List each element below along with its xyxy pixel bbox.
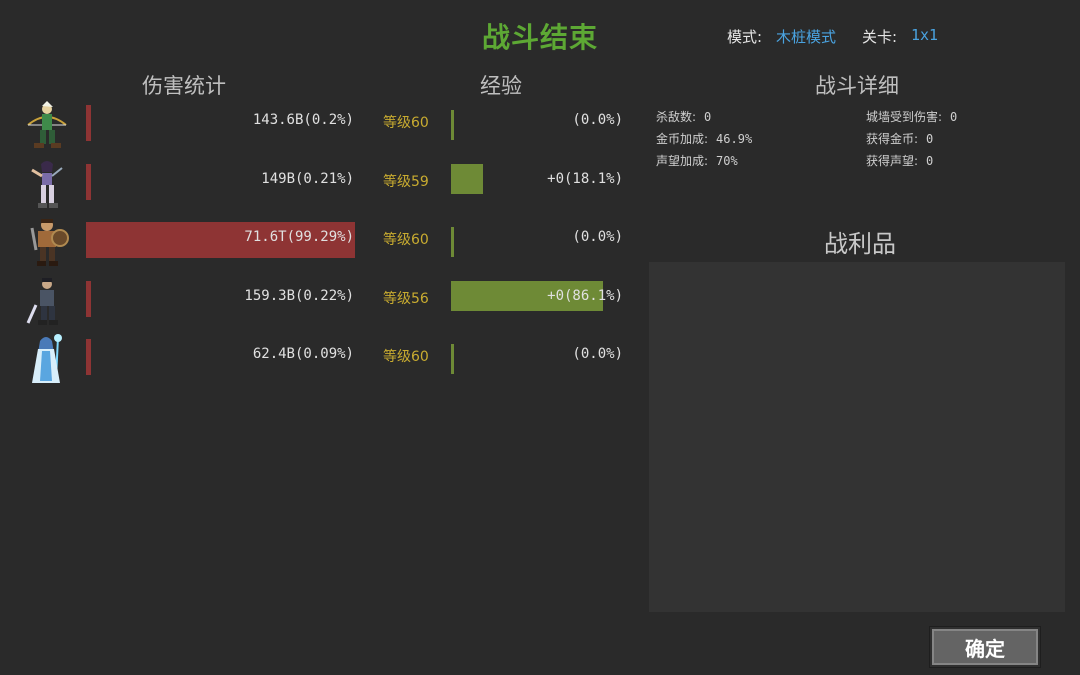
damage-value: 143.6B(0.2%) [252,112,354,128]
battle-end-title: 战斗结束 [481,21,598,54]
female-warrior-icon [22,158,72,212]
gold-gain-stat: 获得金币: 0 [866,132,934,146]
hero-level: 等级56 [383,290,429,307]
reputation-gain-stat: 获得声望: 0 [866,154,934,168]
hero-level: 等级59 [383,173,429,190]
kills-stat: 杀敌数: 0 [656,110,712,124]
hero-row: 143.6B(0.2%) 等级60 (0.0%) [0,97,640,155]
hero-row: 159.3B(0.22%) 等级56 +0(86.1%) [0,273,640,331]
hero-level: 等级60 [383,349,429,365]
damage-value: 71.6T(99.29%) [244,229,354,245]
gold-bonus-stat: 金币加成: 46.9% [656,132,753,146]
damage-stats-heading: 伤害统计 [142,74,226,98]
mode-label: 模式: [727,28,763,46]
damage-value: 159.3B(0.22%) [244,287,354,304]
experience-value: (0.0%) [572,229,623,245]
damage-value: 149B(0.21%) [261,170,354,187]
stage-label: 关卡: [862,28,898,46]
wall-damage-stat: 城墙受到伤害: 0 [866,110,958,124]
hero-level: 等级60 [383,115,429,131]
hero-level: 等级60 [383,232,429,248]
hero-row: 71.6T(99.29%) 等级60 (0.0%) [0,214,640,272]
swordsman-icon [22,275,72,329]
experience-value: +0(86.1%) [547,287,623,304]
elf-archer-icon [22,99,72,153]
ice-mage-icon [22,333,72,387]
experience-value: (0.0%) [572,346,623,362]
experience-heading: 经验 [480,74,522,98]
damage-value: 62.4B(0.09%) [252,346,354,362]
loot-panel [649,262,1065,612]
stage-value: 1x1 [911,26,939,44]
experience-value: +0(18.1%) [547,170,623,187]
hero-row: 149B(0.21%) 等级59 +0(18.1%) [0,156,640,214]
confirm-button[interactable]: 确定 [930,627,1040,667]
hero-row: 62.4B(0.09%) 等级60 (0.0%) [0,331,640,389]
barbarian-icon [22,216,72,270]
battle-details-heading: 战斗详细 [815,74,899,98]
experience-value: (0.0%) [572,112,623,128]
loot-heading: 战利品 [824,230,896,258]
mode-value: 木桩模式 [776,28,837,46]
reputation-bonus-stat: 声望加成: 70% [656,154,738,168]
